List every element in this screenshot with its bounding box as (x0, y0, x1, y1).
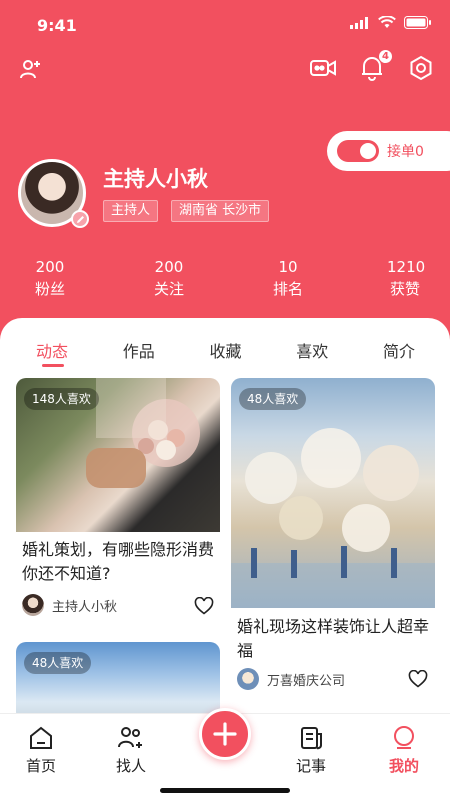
notes-icon (281, 724, 341, 752)
tab-moments[interactable]: 动态 (36, 338, 68, 370)
battery-icon (404, 16, 431, 29)
stat-label: 粉丝 (34, 280, 65, 298)
heart-icon[interactable] (408, 670, 428, 688)
profile-tabs: 动态 作品 收藏 喜欢 简介 (0, 338, 450, 370)
stat-value: 200 (35, 258, 65, 276)
video-button[interactable] (308, 53, 338, 83)
stat-rank[interactable]: 10 排名 (268, 258, 308, 299)
role-tag: 主持人 (103, 200, 159, 222)
post-title: 婚礼策划，有哪些隐形消费你还不知道? (22, 540, 215, 583)
add-friend-button[interactable] (15, 54, 45, 84)
find-people-icon (101, 724, 161, 752)
post-title: 婚礼现场这样装饰让人超幸福 (237, 617, 430, 660)
notifications-button[interactable]: 4 (357, 49, 393, 83)
order-toggle-label: 接单0 (387, 144, 424, 160)
tab-works[interactable]: 作品 (123, 338, 155, 370)
nav-label: 首页 (25, 757, 56, 775)
tab-label: 动态 (36, 342, 69, 361)
add-user-icon (20, 60, 40, 79)
profile-stats: 200 粉丝 200 关注 10 排名 1210 获赞 (0, 258, 450, 299)
wifi-icon (378, 16, 396, 28)
tab-liked[interactable]: 喜欢 (296, 338, 328, 370)
author-name: 万喜婚庆公司 (267, 673, 346, 689)
post-card[interactable]: 148人喜欢 婚礼策划，有哪些隐形消费你还不知道? 主持人小秋 (16, 378, 220, 628)
stat-fans[interactable]: 200 粉丝 (30, 258, 70, 299)
location-tag: 湖南省 长沙市 (171, 200, 270, 222)
profile-header: 9:41 4 接单0 主持人小秋 主持人 湖南省 长沙市 200 粉丝 200 … (0, 0, 450, 340)
nav-label: 找人 (115, 757, 146, 775)
stat-value: 10 (278, 258, 298, 276)
signal-icon (350, 16, 368, 29)
status-icons (350, 16, 432, 29)
nav-label: 记事 (295, 757, 326, 775)
likes-badge: 48人喜欢 (24, 652, 92, 674)
stat-following[interactable]: 200 关注 (149, 258, 189, 299)
video-camera-icon (310, 60, 336, 76)
add-post-button[interactable] (199, 708, 251, 760)
post-image: 48人喜欢 (16, 642, 220, 722)
nav-profile[interactable]: 我的 (374, 724, 434, 776)
nav-home[interactable]: 首页 (11, 724, 71, 776)
post-card[interactable]: 48人喜欢 (16, 642, 220, 722)
order-toggle[interactable]: 接单0 (327, 131, 450, 171)
stat-value: 200 (154, 258, 184, 276)
post-author[interactable]: 万喜婚庆公司 (237, 668, 345, 690)
settings-button[interactable] (406, 53, 436, 83)
post-image: 48人喜欢 (231, 378, 435, 608)
tab-label: 喜欢 (296, 342, 329, 361)
likes-badge: 148人喜欢 (24, 388, 99, 410)
switch-knob (360, 143, 376, 159)
author-avatar (237, 668, 259, 690)
nav-notes[interactable]: 记事 (281, 724, 341, 776)
post-card[interactable]: 48人喜欢 婚礼现场这样装饰让人超幸福 万喜婚庆公司 (231, 378, 435, 698)
status-bar: 9:41 (0, 0, 450, 50)
stat-label: 关注 (153, 280, 184, 298)
pencil-icon (76, 215, 84, 223)
author-avatar (22, 594, 44, 616)
tab-label: 简介 (382, 342, 415, 361)
author-name: 主持人小秋 (52, 599, 118, 615)
stat-label: 排名 (272, 280, 303, 298)
edit-avatar-button[interactable] (71, 210, 89, 228)
tab-label: 收藏 (209, 342, 242, 361)
tab-intro[interactable]: 简介 (383, 338, 415, 370)
stat-likes[interactable]: 1210 获赞 (387, 258, 426, 299)
post-image: 148人喜欢 (16, 378, 220, 532)
post-author[interactable]: 主持人小秋 (22, 594, 117, 616)
tab-label: 作品 (122, 342, 155, 361)
notification-badge: 4 (378, 49, 393, 64)
stat-value: 1210 (387, 258, 426, 276)
home-indicator (160, 788, 290, 793)
tab-favorites[interactable]: 收藏 (209, 338, 241, 370)
stat-label: 获赞 (389, 280, 420, 298)
settings-icon (410, 55, 432, 81)
status-time: 9:41 (37, 16, 77, 35)
nav-find-people[interactable]: 找人 (101, 724, 161, 776)
flower-arch-illustration (231, 428, 435, 608)
profile-icon (374, 724, 434, 752)
order-switch[interactable] (337, 140, 379, 162)
tab-active-indicator (42, 364, 64, 367)
heart-icon[interactable] (194, 597, 214, 615)
home-icon (11, 724, 71, 752)
profile-name: 主持人小秋 (103, 167, 208, 191)
plus-icon (213, 722, 237, 746)
nav-label: 我的 (388, 757, 419, 775)
likes-badge: 48人喜欢 (239, 388, 307, 410)
